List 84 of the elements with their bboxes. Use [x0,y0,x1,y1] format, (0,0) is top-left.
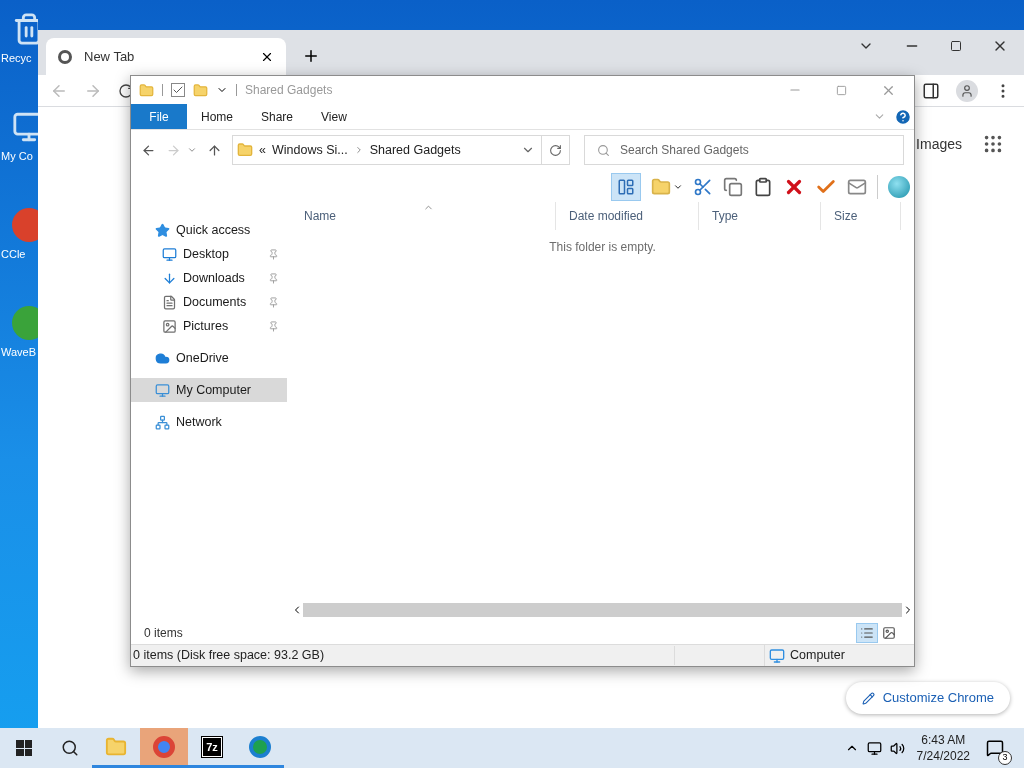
dropdown-icon[interactable] [673,182,683,192]
nav-item[interactable]: Documents [131,290,287,314]
details-view-button[interactable] [856,623,878,643]
computer-icon [769,647,785,664]
column-header[interactable]: Date modified [556,202,699,230]
folder-icon [139,82,154,98]
volume-icon[interactable] [889,740,905,756]
desktop-icon [162,246,177,262]
edge-logo-icon [249,735,271,758]
breadcrumb-item[interactable]: Windows Si... [271,140,348,160]
desktop-icon-label: My Co [1,149,33,164]
maximize-icon[interactable] [950,40,962,52]
images-link[interactable]: Images [916,133,962,155]
clock-time: 6:43 AM [921,732,966,748]
refresh-button[interactable] [542,135,570,165]
status-text: 0 items (Disk free space: 93.2 GB) [133,646,675,665]
nav-item[interactable]: Quick access [131,218,287,242]
pencil-icon [861,691,875,705]
customize-chrome-button[interactable]: Customize Chrome [845,682,1010,714]
globe-icon[interactable] [888,176,910,198]
column-header[interactable]: Name [291,202,556,230]
help-icon[interactable] [894,107,912,126]
image-icon [882,626,896,640]
notifications-icon[interactable] [986,739,1004,757]
ribbon-tab[interactable]: Home [187,104,247,129]
chrome-logo-icon [58,49,72,64]
desktop-icon-label: WaveB [1,345,37,360]
notification-count: 3 [998,751,1012,765]
search-input[interactable]: Search Shared Gadgets [620,141,903,159]
nav-item[interactable]: OneDrive [131,346,287,370]
list-icon [860,626,874,640]
side-panel-icon[interactable] [922,81,940,100]
nav-item[interactable]: Pictures [131,314,287,338]
picture-icon [162,318,177,334]
empty-folder-message: This folder is empty. [549,239,656,256]
desktop-icon[interactable] [12,12,38,46]
paste-icon[interactable] [753,177,773,197]
document-icon [162,294,177,310]
column-header[interactable]: Type [699,202,821,230]
clock-date: 7/24/2022 [916,748,970,764]
folder-icon [237,142,253,158]
taskbar-app[interactable]: 7z [188,728,236,768]
search-icon [597,143,610,157]
cloud-icon [155,350,170,366]
profile-avatar[interactable] [956,79,978,102]
breadcrumb-item[interactable]: Shared Gadgets [369,140,461,160]
archiver-logo: 7z [202,736,222,757]
address-bar[interactable]: « Windows Si... Shared Gadgets [232,135,542,165]
cut-icon[interactable] [693,177,713,197]
search-icon[interactable] [61,739,79,757]
search-field[interactable]: Search Shared Gadgets [584,135,904,165]
desktop-icon-label: CCle [1,247,26,262]
ribbon-tab[interactable]: File [131,104,187,129]
envelope-icon[interactable] [847,177,867,197]
desktop-icon[interactable] [12,110,38,144]
nav-item[interactable]: Desktop [131,242,287,266]
nav-item[interactable]: Downloads [131,266,287,290]
recent-locations-icon[interactable] [187,145,197,155]
download-icon [162,270,177,286]
up-icon[interactable] [207,142,222,158]
preview-pane-button[interactable] [611,173,641,201]
breadcrumb-overflow[interactable]: « [259,140,266,160]
refresh-icon [549,143,562,157]
column-header[interactable]: Size [821,202,901,230]
apps-grid-icon[interactable] [982,133,1004,155]
properties-icon[interactable] [171,83,185,97]
desktop-icon-label: Recyc [1,51,32,66]
new-tab-icon[interactable] [302,47,320,65]
status-location: Computer [790,647,845,665]
window-title: Shared Gadgets [245,82,334,99]
ribbon-tab[interactable]: Share [247,104,308,129]
nav-item[interactable]: My Computer [131,378,287,402]
star-icon [155,222,170,238]
back-icon[interactable] [141,142,156,158]
folder-icon [105,735,127,758]
nav-item[interactable]: Network [131,410,287,434]
copy-icon[interactable] [723,177,743,197]
item-count: 0 items [144,625,184,642]
ribbon-tab[interactable]: View [307,104,361,129]
preview-pane-icon [617,178,635,196]
scrollbar-thumb[interactable] [303,603,902,617]
browser-tab[interactable]: New Tab [46,38,286,75]
computer-icon [155,382,170,398]
chrome-logo-icon [153,735,175,758]
